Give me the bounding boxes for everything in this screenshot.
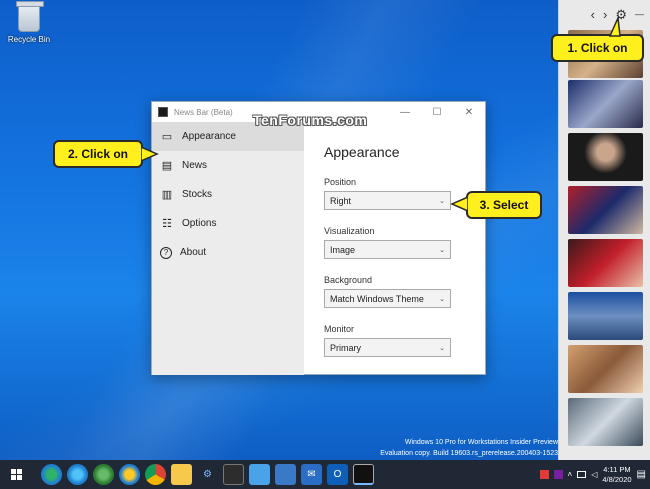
sliders-icon: ☷ bbox=[162, 218, 172, 230]
edge-dev-icon[interactable] bbox=[93, 464, 114, 485]
visualization-label: Visualization bbox=[324, 226, 375, 236]
clock-time: 4:11 PM bbox=[603, 464, 631, 474]
settings-sidebar: ▭ Appearance ▤ News ▥ Stocks ☷ Options ?… bbox=[152, 122, 304, 375]
sidebar-item-label: Stocks bbox=[182, 189, 213, 200]
news-thumbnail[interactable] bbox=[568, 345, 643, 393]
sidebar-item-label: News bbox=[182, 160, 208, 171]
question-icon: ? bbox=[160, 246, 172, 259]
network-icon[interactable] bbox=[577, 471, 587, 478]
background-label: Background bbox=[324, 275, 373, 285]
edge-icon[interactable] bbox=[41, 464, 62, 485]
position-value: Right bbox=[330, 195, 352, 206]
taskbar-clock[interactable]: 4:11 PM 4/8/2020 bbox=[602, 465, 631, 485]
visualization-value: Image bbox=[330, 244, 356, 255]
outlook-icon[interactable]: O bbox=[327, 464, 348, 485]
store-icon[interactable] bbox=[249, 464, 270, 485]
sidebar-item-options[interactable]: ☷ Options bbox=[152, 209, 304, 238]
eval-line: Windows 10 Pro for Workstations Insider … bbox=[404, 439, 558, 446]
taskbar: ⚙ ✉ O ˄ ◁ 4:11 PM 4/8/2020 ▤ bbox=[0, 460, 650, 489]
eval-line: Evaluation copy. Build 19603.rs_prerelea… bbox=[380, 450, 558, 457]
file-explorer-icon[interactable] bbox=[171, 464, 192, 485]
mail-icon[interactable]: ✉ bbox=[301, 464, 322, 485]
monitor-icon: ▭ bbox=[161, 131, 173, 143]
news-thumbnail[interactable] bbox=[568, 133, 643, 181]
callout-step-2: 2. Click on bbox=[53, 140, 143, 168]
chart-icon: ▥ bbox=[161, 189, 173, 201]
volume-icon[interactable]: ◁ bbox=[591, 470, 597, 479]
callout-step-1: 1. Click on bbox=[551, 34, 644, 62]
evaluation-watermark: Windows 10 Pro for Workstations Insider … bbox=[380, 437, 558, 459]
minimize-button[interactable]: — bbox=[389, 107, 421, 118]
position-select[interactable]: Right ⌄ bbox=[324, 191, 451, 210]
chevron-down-icon: ⌄ bbox=[439, 197, 445, 205]
news-thumbnail[interactable] bbox=[568, 186, 643, 234]
callout-step-2-arrow bbox=[141, 146, 159, 162]
sidebar-item-news[interactable]: ▤ News bbox=[152, 151, 304, 180]
recycle-bin-label: Recycle Bin bbox=[7, 35, 51, 44]
callout-text: 2. Click on bbox=[67, 147, 129, 161]
monitor-select[interactable]: Primary ⌄ bbox=[324, 338, 451, 357]
recycle-bin[interactable]: Recycle Bin bbox=[6, 1, 52, 44]
terminal-icon[interactable] bbox=[223, 464, 244, 485]
callout-step-3-arrow bbox=[450, 196, 468, 212]
visualization-select[interactable]: Image ⌄ bbox=[324, 240, 451, 259]
news-bar-panel: ‹ › ⚙ — bbox=[558, 0, 650, 460]
callout-step-3: 3. Select bbox=[466, 191, 542, 219]
system-tray: ˄ ◁ 4:11 PM 4/8/2020 ▤ bbox=[539, 460, 646, 489]
chevron-down-icon: ⌄ bbox=[439, 295, 445, 303]
app-icon bbox=[158, 107, 168, 117]
edge-canary-icon[interactable] bbox=[119, 464, 140, 485]
background-value: Match Windows Theme bbox=[330, 293, 424, 304]
clock-date: 4/8/2020 bbox=[602, 474, 632, 484]
watermark: TenForums.com bbox=[253, 112, 368, 128]
callout-text: 1. Click on bbox=[567, 41, 628, 55]
chevron-up-icon[interactable]: ˄ bbox=[568, 470, 573, 479]
sidebar-item-label: Appearance bbox=[182, 131, 236, 142]
news-bar-settings-window: News Bar (Beta) — ☐ ✕ ▭ Appearance ▤ New… bbox=[151, 101, 486, 375]
news-thumbnail[interactable] bbox=[568, 80, 643, 128]
tray-app-icon[interactable] bbox=[553, 470, 563, 479]
notification-icon[interactable]: ▤ bbox=[637, 469, 646, 480]
news-thumbnail[interactable] bbox=[568, 292, 643, 340]
sidebar-item-stocks[interactable]: ▥ Stocks bbox=[152, 180, 304, 209]
news-bar-taskbar-icon[interactable] bbox=[353, 464, 374, 485]
tray-app-icon[interactable] bbox=[539, 470, 549, 479]
maximize-button[interactable]: ☐ bbox=[421, 107, 453, 118]
windows-start-icon[interactable] bbox=[6, 464, 27, 485]
news-thumbnail[interactable] bbox=[568, 398, 643, 446]
callout-step-1-arrow bbox=[608, 16, 621, 37]
close-button[interactable]: ✕ bbox=[453, 107, 485, 118]
chevron-down-icon: ⌄ bbox=[439, 344, 445, 352]
settings-icon[interactable]: ⚙ bbox=[197, 464, 218, 485]
settings-content: Appearance Position Right ⌄ Visualizatio… bbox=[324, 122, 484, 373]
sidebar-item-label: About bbox=[180, 247, 207, 258]
minimize-icon[interactable]: — bbox=[635, 9, 644, 19]
chrome-icon[interactable] bbox=[145, 464, 166, 485]
background-select[interactable]: Match Windows Theme ⌄ bbox=[324, 289, 451, 308]
newspaper-icon: ▤ bbox=[161, 160, 173, 172]
prev-icon[interactable]: ‹ bbox=[591, 8, 595, 21]
monitor-value: Primary bbox=[330, 342, 361, 353]
sidebar-item-about[interactable]: ? About bbox=[152, 238, 304, 267]
sidebar-item-label: Options bbox=[182, 218, 217, 229]
edge-beta-icon[interactable] bbox=[67, 464, 88, 485]
chevron-down-icon: ⌄ bbox=[439, 246, 445, 254]
app-icon[interactable] bbox=[275, 464, 296, 485]
recycle-bin-icon bbox=[16, 1, 44, 32]
callout-text: 3. Select bbox=[479, 198, 529, 212]
news-thumbnail[interactable] bbox=[568, 239, 643, 287]
page-title: Appearance bbox=[324, 144, 400, 160]
monitor-label: Monitor bbox=[324, 324, 355, 334]
position-label: Position bbox=[324, 177, 357, 187]
